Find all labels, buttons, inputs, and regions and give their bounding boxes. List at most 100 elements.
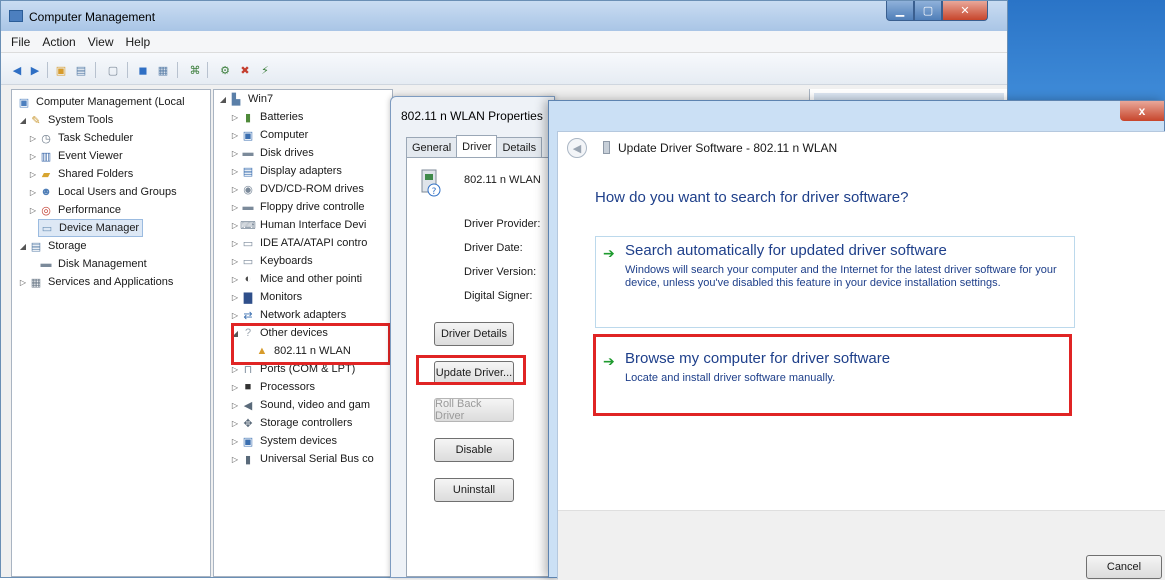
usb-icon: ▮: [244, 453, 252, 466]
close-button[interactable]: x: [1120, 101, 1164, 121]
expand-arrow-icon[interactable]: ▷: [230, 113, 240, 122]
driver-version-label: Driver Version:: [464, 266, 537, 278]
disable-button[interactable]: Disable: [434, 438, 514, 462]
up-folder-icon[interactable]: ▣: [53, 63, 69, 77]
tab-details[interactable]: Details: [496, 137, 543, 157]
tree-item-services[interactable]: ▷ ▦ Services and Applications: [18, 273, 173, 291]
device-category[interactable]: ▷ ⇄ Network adapters: [230, 306, 346, 324]
driver-provider-label: Driver Provider:: [464, 218, 541, 230]
tree-item-event-viewer[interactable]: ▷ ▥ Event Viewer: [28, 147, 123, 165]
expand-arrow-icon[interactable]: ▷: [230, 239, 240, 248]
tree-item-local-users[interactable]: ▷ ☻ Local Users and Groups: [28, 183, 177, 201]
desktop-background: [1008, 0, 1165, 100]
uninstall-button[interactable]: Uninstall: [434, 478, 514, 502]
storage-icon: ▤: [30, 240, 42, 253]
help-icon[interactable]: ◼: [135, 63, 151, 77]
device-category[interactable]: ▷ ▤ Display adapters: [230, 162, 342, 180]
expand-arrow-icon[interactable]: ▷: [230, 131, 240, 140]
device-category[interactable]: ▷ ◉ DVD/CD-ROM drives: [230, 180, 364, 198]
dialog-title: 802.11 n WLAN Properties: [401, 109, 543, 123]
uninstall-icon[interactable]: ✖: [237, 63, 253, 77]
menu-action[interactable]: Action: [42, 35, 75, 49]
event-log-icon: ▥: [40, 150, 52, 163]
green-arrow-icon: ➔: [603, 245, 615, 261]
expand-arrow-icon[interactable]: ▷: [28, 152, 38, 161]
device-manager-icon: ▭: [41, 222, 53, 235]
highlight-browse-option: [593, 334, 1072, 416]
expand-arrow-icon[interactable]: ▷: [230, 185, 240, 194]
menu-help[interactable]: Help: [126, 35, 151, 49]
expand-arrow-icon[interactable]: ▷: [230, 167, 240, 176]
roll-back-driver-button[interactable]: Roll Back Driver: [434, 398, 514, 422]
driver-date-label: Driver Date:: [464, 242, 523, 254]
device-tree-root[interactable]: ◢ ▙ Win7: [218, 90, 273, 108]
tree-item-system-tools[interactable]: ◢ ✎ System Tools: [18, 111, 113, 129]
expand-arrow-icon[interactable]: ▷: [230, 311, 240, 320]
expand-arrow-icon[interactable]: ▷: [230, 419, 240, 428]
update-driver-icon[interactable]: ⚙: [217, 63, 233, 77]
back-icon[interactable]: ◀: [9, 63, 25, 77]
expand-arrow-icon[interactable]: ▷: [230, 293, 240, 302]
collapse-arrow-icon[interactable]: ◢: [18, 242, 28, 251]
device-category[interactable]: ▷ ▭ IDE ATA/ATAPI contro: [230, 234, 367, 252]
tab-general[interactable]: General: [406, 137, 458, 157]
device-category[interactable]: ▷ ⌨ Human Interface Devi: [230, 216, 366, 234]
expand-arrow-icon[interactable]: ▷: [230, 383, 240, 392]
expand-arrow-icon[interactable]: ▷: [28, 206, 38, 215]
device-category[interactable]: ▷ ▇ Monitors: [230, 288, 302, 306]
tree-item-performance[interactable]: ▷ ◎ Performance: [28, 201, 121, 219]
device-category[interactable]: ▷ ▣ System devices: [230, 432, 337, 450]
title-bar[interactable]: Computer Management ▁ ▢ ✕: [1, 1, 1007, 31]
tree-item-device-manager[interactable]: ▭ Device Manager: [38, 219, 144, 237]
tree-item-task-scheduler[interactable]: ▷ ◷ Task Scheduler: [28, 129, 133, 147]
forward-icon[interactable]: ▶: [27, 63, 43, 77]
tree-item-disk-management[interactable]: ▬ Disk Management: [38, 255, 147, 273]
tree-item-shared-folders[interactable]: ▷ ▰ Shared Folders: [28, 165, 133, 183]
menu-view[interactable]: View: [88, 35, 114, 49]
view-icon[interactable]: ▦: [155, 63, 171, 77]
window-title: Computer Management: [29, 10, 156, 24]
device-category[interactable]: ▷ ■ Processors: [230, 378, 315, 396]
scan-hardware-icon[interactable]: ⌘: [187, 63, 203, 77]
tab-driver[interactable]: Driver: [456, 135, 498, 157]
search-automatically-title[interactable]: Search automatically for updated driver …: [625, 242, 947, 259]
device-category[interactable]: ▷ ▣ Computer: [230, 126, 308, 144]
expand-arrow-icon[interactable]: ▷: [18, 278, 28, 287]
device-category[interactable]: ▷ ◐ Mice and other pointi: [230, 270, 362, 288]
cancel-button[interactable]: Cancel: [1086, 555, 1162, 579]
enable-device-icon[interactable]: ⚡: [257, 63, 273, 77]
device-category[interactable]: ▷ ▬ Disk drives: [230, 144, 314, 162]
expand-arrow-icon[interactable]: ▷: [230, 149, 240, 158]
expand-arrow-icon[interactable]: ▷: [230, 365, 240, 374]
tree-item-computer-management[interactable]: ▣ Computer Management (Local: [16, 93, 185, 111]
back-arrow-icon[interactable]: ◀: [567, 138, 587, 158]
console-tree: ▣ Computer Management (Local ◢ ✎ System …: [11, 89, 211, 577]
menu-file[interactable]: File: [11, 35, 30, 49]
expand-arrow-icon[interactable]: ▷: [230, 221, 240, 230]
expand-arrow-icon[interactable]: ▷: [28, 188, 38, 197]
device-category[interactable]: ▷ ◀ Sound, video and gam: [230, 396, 370, 414]
collapse-arrow-icon[interactable]: ◢: [218, 95, 228, 104]
expand-arrow-icon[interactable]: ▷: [230, 257, 240, 266]
speaker-icon: ◀: [243, 399, 253, 412]
properties-icon[interactable]: ▢: [105, 63, 121, 77]
expand-arrow-icon[interactable]: ▷: [28, 134, 38, 143]
expand-arrow-icon[interactable]: ▷: [230, 437, 240, 446]
device-category[interactable]: ▷ ▬ Floppy drive controlle: [230, 198, 365, 216]
close-button[interactable]: ✕: [942, 1, 988, 21]
device-category[interactable]: ▷ ▭ Keyboards: [230, 252, 313, 270]
expand-arrow-icon[interactable]: ▷: [230, 203, 240, 212]
tree-item-storage[interactable]: ◢ ▤ Storage: [18, 237, 87, 255]
device-category[interactable]: ▷ ✥ Storage controllers: [230, 414, 352, 432]
expand-arrow-icon[interactable]: ▷: [28, 170, 38, 179]
expand-arrow-icon[interactable]: ▷: [230, 275, 240, 284]
driver-details-button[interactable]: Driver Details: [434, 322, 514, 346]
minimize-button[interactable]: ▁: [886, 1, 914, 21]
collapse-arrow-icon[interactable]: ◢: [18, 116, 28, 125]
device-category[interactable]: ▷ ▮ Universal Serial Bus co: [230, 450, 374, 468]
show-hide-tree-icon[interactable]: ▤: [73, 63, 89, 77]
expand-arrow-icon[interactable]: ▷: [230, 401, 240, 410]
maximize-button[interactable]: ▢: [914, 1, 942, 21]
expand-arrow-icon[interactable]: ▷: [230, 455, 240, 464]
device-category[interactable]: ▷ ▮ Batteries: [230, 108, 304, 126]
